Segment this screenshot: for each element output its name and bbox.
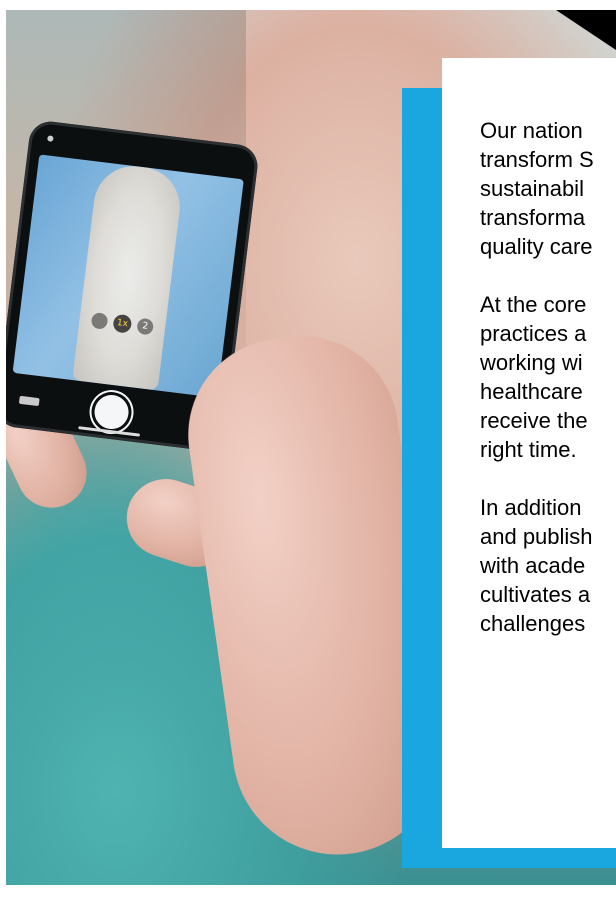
paragraph-3-line-3: with acade — [480, 553, 586, 578]
paragraph-3-line-4: cultivates a — [480, 582, 591, 607]
camera-viewfinder: 1x 2 — [12, 154, 244, 398]
paragraph-2-line-1: At the core — [480, 292, 587, 317]
card-text: Our nation transform S sustainabil trans… — [480, 116, 616, 667]
paragraph-2-line-4: healthcare — [480, 379, 583, 404]
zoom-option-1[interactable]: 1x — [112, 313, 133, 334]
paragraph-2-line-6: right time. — [480, 437, 577, 462]
paragraph-3-line-2: and publish — [480, 524, 593, 549]
paragraph-3-line-5: challenges — [480, 611, 586, 636]
leg-image — [72, 161, 185, 391]
paragraph-2-line-2: practices a — [480, 321, 587, 346]
zoom-option-2[interactable]: 2 — [136, 317, 155, 336]
paragraph-1-line-2: transform S — [480, 147, 594, 172]
shutter-button[interactable] — [92, 393, 131, 431]
paragraph-3-line-1: In addition — [480, 495, 582, 520]
paragraph-2-line-3: working wi — [480, 350, 583, 375]
paragraph-1-line-1: Our nation — [480, 118, 583, 143]
corner-accent — [556, 10, 616, 50]
paragraph-1-line-5: quality care — [480, 234, 593, 259]
gallery-thumbnail[interactable] — [18, 395, 40, 407]
paragraph-2: At the core practices a working wi healt… — [480, 290, 616, 464]
front-camera-icon — [47, 135, 54, 142]
paragraph-1-line-4: transforma — [480, 205, 586, 230]
paragraph-2-line-5: receive the — [480, 408, 588, 433]
paragraph-3: In addition and publish with acade culti… — [480, 493, 616, 638]
text-card: Our nation transform S sustainabil trans… — [442, 58, 616, 848]
zoom-option-0[interactable] — [90, 311, 109, 330]
paragraph-1: Our nation transform S sustainabil trans… — [480, 116, 616, 261]
paragraph-1-line-3: sustainabil — [480, 176, 584, 201]
